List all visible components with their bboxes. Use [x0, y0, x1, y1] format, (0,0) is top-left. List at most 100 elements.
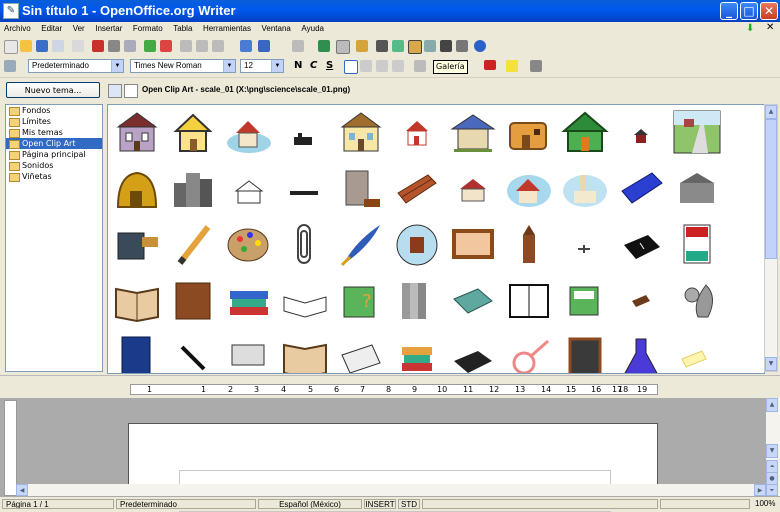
justify-icon[interactable] [392, 60, 404, 72]
clipart-paint-palette[interactable] [224, 221, 280, 271]
status-language[interactable]: Español (México) [258, 499, 362, 509]
data-sources-icon[interactable] [424, 40, 436, 52]
autospellcheck-icon[interactable] [160, 40, 172, 52]
menu-tabla[interactable]: Tabla [169, 22, 196, 36]
close-document-icon[interactable]: ✕ [766, 22, 774, 33]
detail-view-button[interactable] [124, 84, 138, 98]
clipart-pen[interactable] [168, 333, 224, 373]
clipart-black-book[interactable] [448, 333, 504, 373]
navigator-icon[interactable] [392, 40, 404, 52]
clipart-house-cream[interactable] [336, 109, 392, 159]
theme-item-sonidos[interactable]: Sonidos [6, 160, 102, 171]
clipart-bell-tower[interactable] [504, 221, 560, 271]
clipart-squirrel-reading[interactable] [672, 277, 728, 327]
clipart-stamp[interactable] [112, 221, 168, 271]
status-page[interactable]: Página 1 / 1 [2, 499, 114, 509]
clipart-brick-wall[interactable] [392, 165, 448, 215]
scroll-thumb[interactable] [765, 119, 777, 259]
theme-item-mis-temas[interactable]: Mis temas [6, 127, 102, 138]
scroll-up-arrow-icon[interactable]: ▲ [766, 398, 778, 412]
menu-ver[interactable]: Ver [69, 22, 89, 36]
clipart-book-green[interactable] [560, 277, 616, 327]
clone-formatting-icon[interactable] [240, 40, 252, 52]
help-icon[interactable] [474, 40, 486, 52]
menu-insertar[interactable]: Insertar [91, 22, 126, 36]
font-color-icon[interactable] [484, 60, 496, 70]
clipart-blue-bricks[interactable] [616, 165, 672, 215]
cut-icon[interactable] [180, 40, 192, 52]
open-folder-icon[interactable] [20, 40, 32, 52]
clipart-flask[interactable] [616, 333, 672, 373]
theme-item-limites[interactable]: Límites [6, 116, 102, 127]
vertical-ruler[interactable] [4, 400, 17, 496]
undo-icon[interactable] [258, 40, 270, 52]
document-area[interactable]: ▲ ▼ ⏶ ● ⏷ ◀ ▶ [0, 398, 780, 512]
scroll-right-arrow-icon[interactable]: ▶ [754, 484, 766, 496]
scroll-up-arrow-icon[interactable]: ▲ [765, 105, 777, 119]
scroll-down-arrow-icon[interactable]: ▼ [766, 444, 778, 458]
print-icon[interactable] [108, 40, 120, 52]
menu-ventana[interactable]: Ventana [258, 22, 295, 36]
clipart-paper-clip[interactable] [280, 221, 336, 271]
clipart-math-chalkboard[interactable] [560, 333, 616, 373]
theme-list[interactable]: Fondos Límites Mis temas Open Clip Art P… [5, 104, 103, 372]
menu-herramientas[interactable]: Herramientas [199, 22, 255, 36]
clipart-parchment-book[interactable] [280, 333, 336, 373]
gallery-grid[interactable]: ? [107, 104, 765, 374]
clipart-books-pile[interactable] [392, 333, 448, 373]
clipart-church-sky[interactable] [560, 165, 616, 215]
align-center-icon[interactable] [360, 60, 372, 72]
hyperlink-icon[interactable] [318, 40, 330, 52]
clipart-pencil[interactable] [168, 221, 224, 271]
writer-app-icon[interactable]: ✎ [3, 3, 19, 19]
gallery-icon[interactable] [408, 40, 422, 54]
gallery-splitter[interactable] [0, 375, 780, 382]
status-zoom-value[interactable]: 100% [752, 499, 778, 509]
background-color-icon[interactable] [530, 60, 542, 72]
clipart-gray-building[interactable] [672, 165, 728, 215]
theme-item-open-clip-art[interactable]: Open Clip Art [6, 138, 102, 149]
new-theme-button[interactable]: Nuevo tema... [6, 82, 100, 98]
table-icon[interactable] [336, 40, 350, 54]
clipart-house-yellow[interactable] [168, 109, 224, 159]
paste-icon[interactable] [212, 40, 224, 52]
bold-button[interactable]: N [294, 60, 302, 71]
clipart-house-sketch[interactable] [224, 165, 280, 215]
clipart-hut[interactable] [112, 165, 168, 215]
theme-item-vinetas[interactable]: Viñetas [6, 171, 102, 182]
clipart-city-buildings[interactable] [168, 165, 224, 215]
new-document-icon[interactable] [4, 40, 18, 54]
horizontal-ruler[interactable]: 1 1 2 3 4 5 6 7 8 9 10 11 12 13 14 15 16… [0, 382, 780, 398]
status-page-style[interactable]: Predeterminado [116, 499, 256, 509]
save-icon[interactable] [36, 40, 48, 52]
clipart-small-book[interactable] [616, 277, 672, 327]
scroll-down-arrow-icon[interactable]: ▼ [765, 357, 777, 371]
clipart-house-red-small[interactable] [392, 109, 448, 159]
update-icon[interactable]: ⬇ [746, 23, 758, 34]
zoom-icon[interactable] [456, 40, 468, 52]
clipart-house-tiny[interactable] [616, 109, 672, 159]
status-insert-mode[interactable]: INSERT [364, 499, 396, 509]
clipart-house-landscape[interactable] [224, 109, 280, 159]
highlighting-icon[interactable] [506, 60, 518, 72]
numbering-icon[interactable] [414, 60, 426, 72]
clipart-brown-book[interactable] [168, 277, 224, 327]
menu-ayuda[interactable]: Ayuda [297, 22, 328, 36]
maximize-button[interactable]: □ [740, 2, 758, 20]
clipart-adobe-house[interactable] [504, 109, 560, 159]
clipart-house-green[interactable] [560, 109, 616, 159]
copy-icon[interactable] [196, 40, 208, 52]
clipart-open-book-outline[interactable] [504, 277, 560, 327]
align-left-icon[interactable] [344, 60, 358, 74]
chevron-down-icon[interactable]: ▼ [111, 60, 123, 72]
theme-item-fondos[interactable]: Fondos [6, 105, 102, 116]
clipart-school-globe[interactable] [392, 221, 448, 271]
clipart-small-dark-object[interactable] [280, 109, 336, 159]
font-name-combo[interactable]: Times New Roman ▼ [130, 59, 236, 73]
clipart-dark-bar[interactable] [280, 165, 336, 215]
spellcheck-icon[interactable] [144, 40, 156, 52]
clipart-book-stack[interactable] [224, 277, 280, 327]
clipart-newspaper[interactable] [224, 333, 280, 373]
icon-view-button[interactable] [108, 84, 122, 98]
clipart-house-blue-roof[interactable] [448, 109, 504, 159]
